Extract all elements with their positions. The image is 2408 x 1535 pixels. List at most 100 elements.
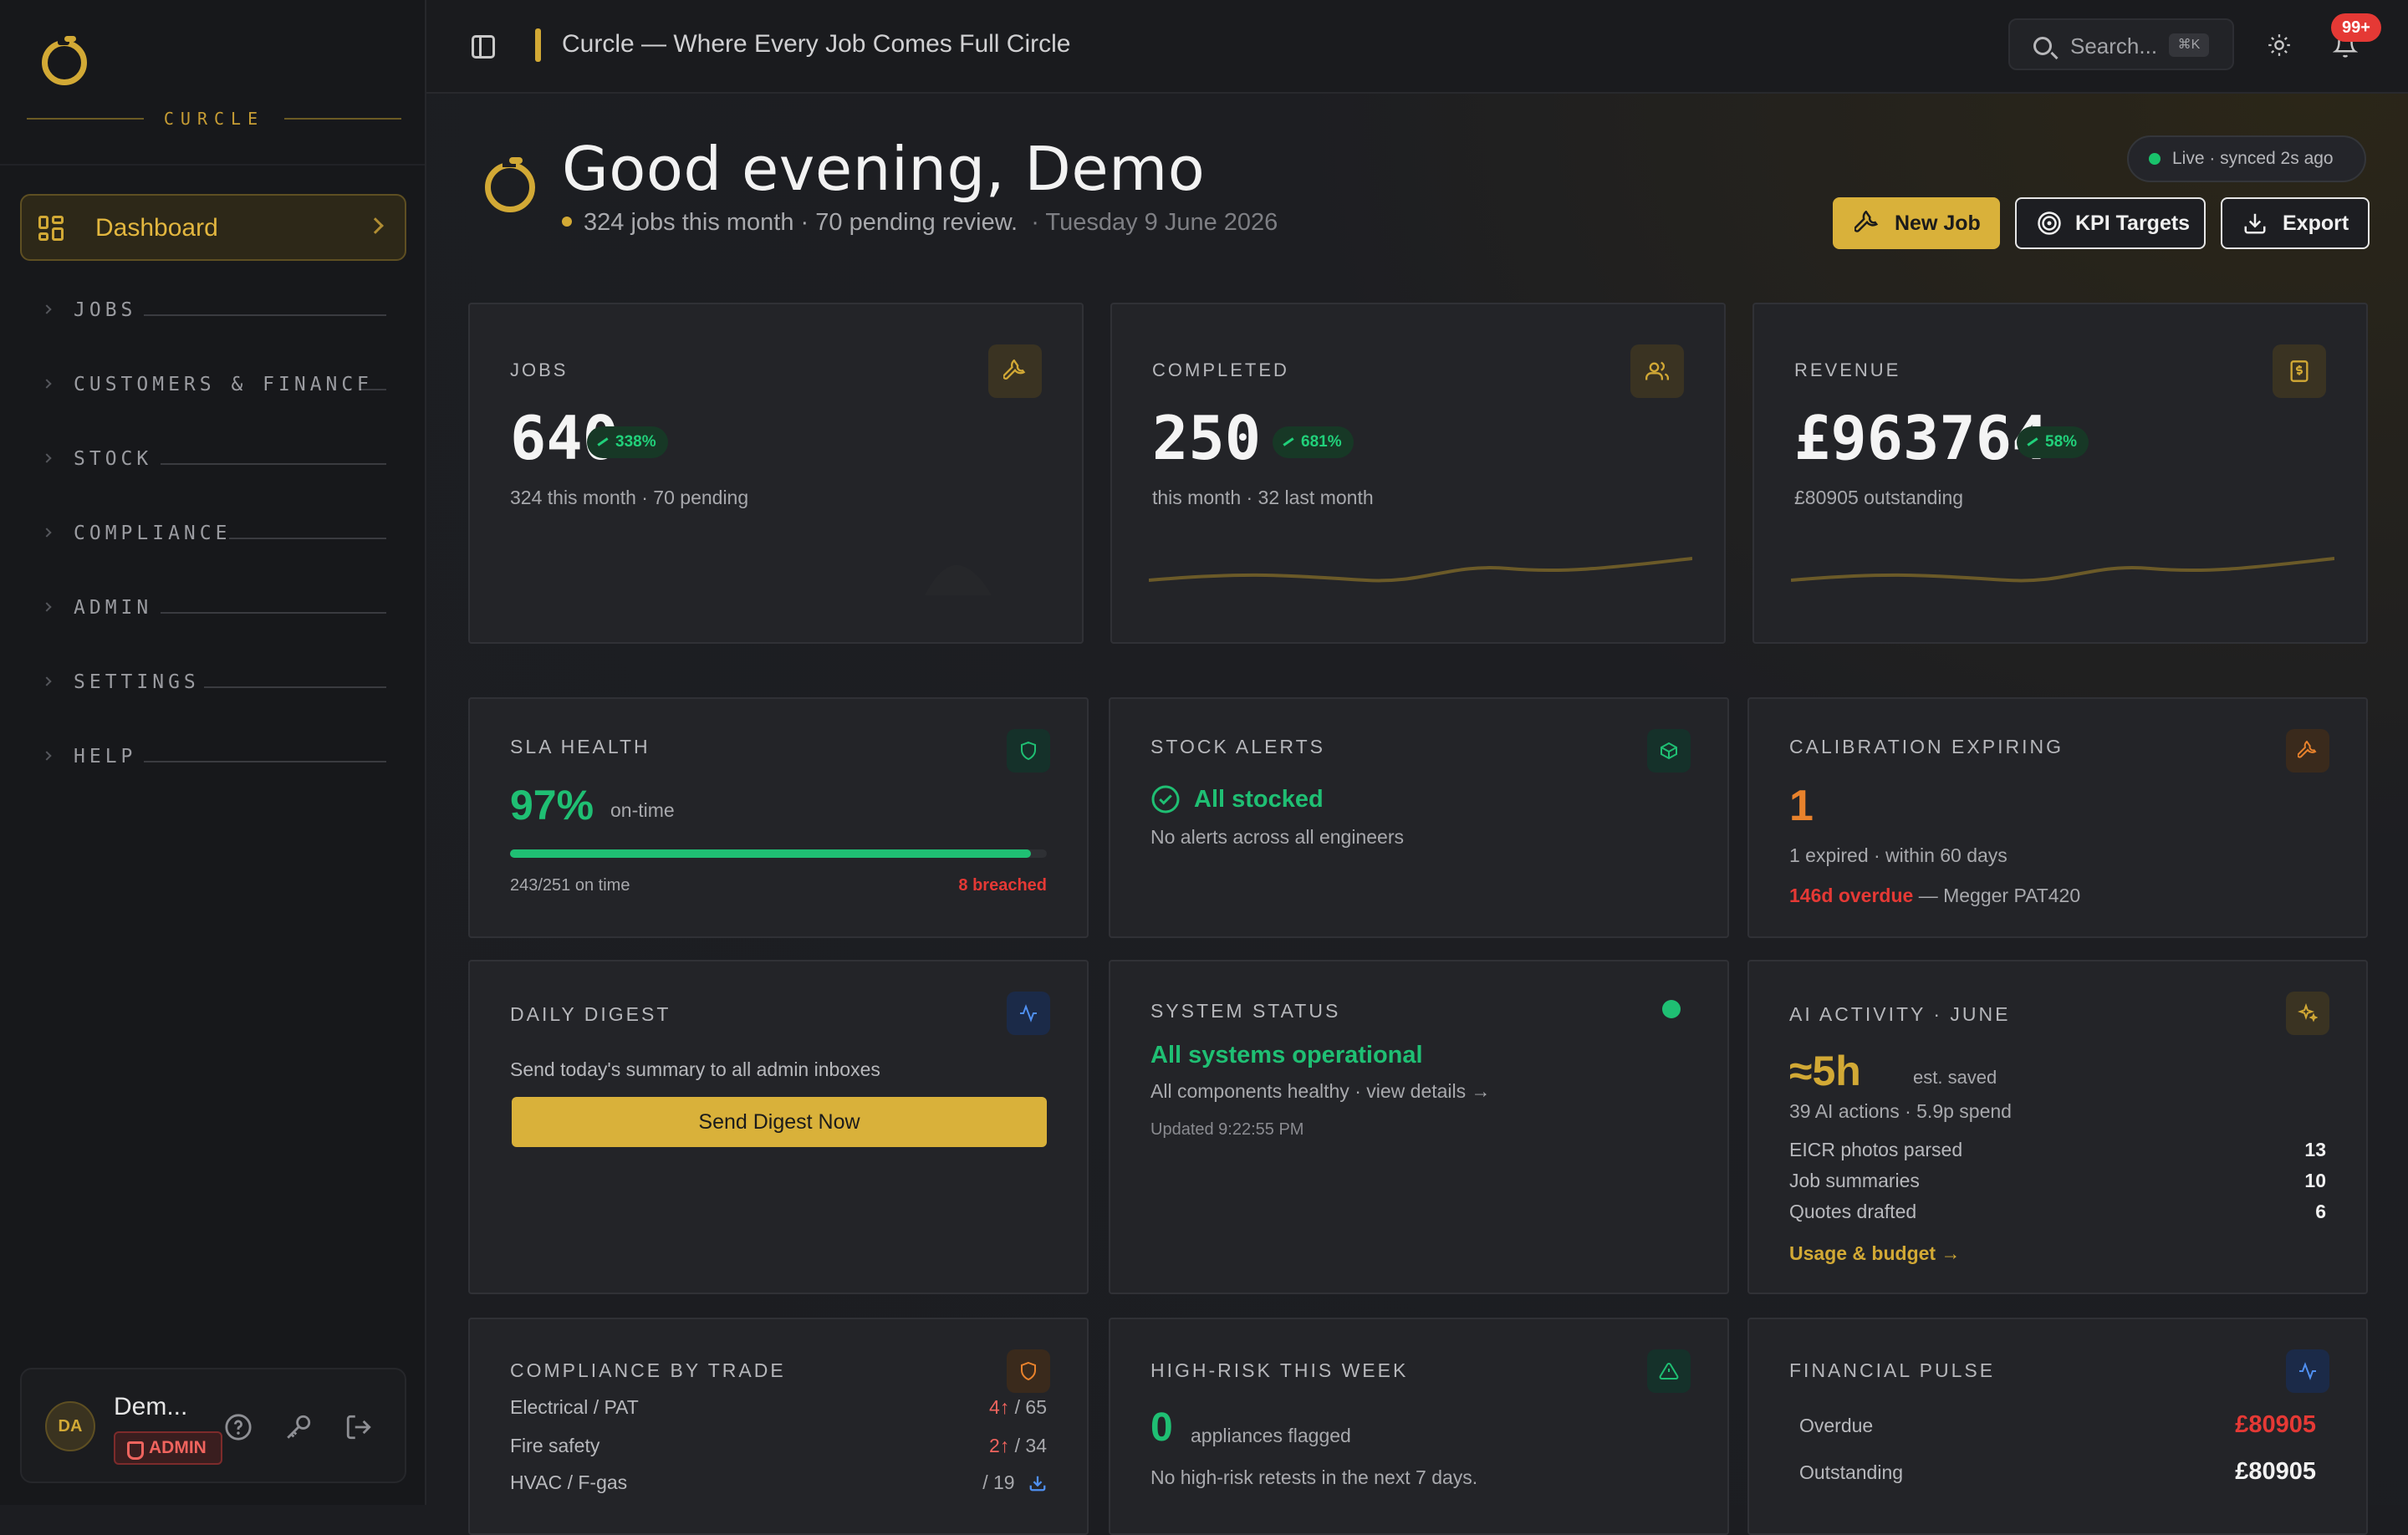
avatar[interactable]: DA [45, 1401, 95, 1451]
sidebar-item-label: HELP [74, 746, 137, 768]
wrench-icon [2286, 729, 2329, 773]
high-risk-card: HIGH-RISK THIS WEEK 0 appliances flagged… [1109, 1318, 1729, 1535]
logout-icon[interactable] [344, 1413, 373, 1441]
ai-row-value: 13 [2304, 1139, 2326, 1160]
chevron-right-icon [42, 602, 52, 612]
help-circle-icon[interactable] [224, 1413, 253, 1441]
card-title: CALIBRATION EXPIRING [1789, 736, 2064, 757]
trade-total: / 65 [1014, 1396, 1047, 1418]
curcle-logo-icon[interactable] [42, 35, 87, 85]
sidebar-item-settings[interactable]: SETTINGS [40, 666, 391, 700]
list-item: Quotes drafted 6 [1789, 1201, 2326, 1226]
trade-name: HVAC / F-gas [510, 1471, 628, 1493]
finance-row-name: Overdue [1799, 1415, 1874, 1436]
card-title: SYSTEM STATUS [1150, 1000, 1341, 1022]
alert-triangle-icon [1647, 1349, 1691, 1393]
nav-divider [204, 686, 386, 688]
sla-health-card[interactable]: SLA HEALTH 97% on-time 243/251 on time 8… [468, 697, 1089, 938]
ai-row-name: EICR photos parsed [1789, 1139, 1963, 1160]
high-risk-suffix: appliances flagged [1191, 1425, 1351, 1446]
usage-budget-link[interactable]: Usage & budget → [1789, 1242, 1960, 1265]
target-icon [2038, 212, 2061, 235]
live-status-badge: Live · synced 2s ago [2127, 135, 2366, 182]
calibration-count: 1 [1789, 782, 1814, 830]
kpi-value: 250 [1152, 403, 1262, 473]
stock-alerts-card[interactable]: STOCK ALERTS All stocked No alerts acros… [1109, 697, 1729, 938]
sidebar-item-help[interactable]: HELP [40, 741, 391, 774]
kpi-card-completed[interactable]: COMPLETED 250 681% this month · 32 last … [1110, 303, 1726, 644]
stock-status: All stocked [1194, 786, 1324, 813]
sidebar-item-jobs[interactable]: JOBS [40, 294, 391, 328]
high-risk-detail: No high-risk retests in the next 7 days. [1150, 1466, 1478, 1488]
list-item[interactable]: HVAC / F-gas / 19 [510, 1471, 1047, 1497]
date-text: · Tuesday 9 June 2026 [1031, 209, 1278, 236]
nav-divider [161, 612, 386, 614]
nav-divider [229, 538, 386, 539]
role-badge: ADMIN [114, 1431, 222, 1465]
download-icon[interactable] [1028, 1474, 1047, 1492]
search-shortcut: ⌘K [2169, 33, 2209, 57]
list-item: Job summaries 10 [1789, 1170, 2326, 1195]
send-digest-button[interactable]: Send Digest Now [512, 1097, 1047, 1147]
nav-divider [144, 314, 386, 316]
main-content: Good evening, Demo 324 jobs this month ·… [426, 94, 2408, 1535]
curcle-logo-icon [485, 156, 535, 212]
search-placeholder: Search... [2070, 33, 2158, 59]
new-job-button[interactable]: New Job [1833, 197, 2000, 249]
system-detail-link[interactable]: All components healthy · view details → [1150, 1080, 1491, 1103]
brand-name: CURCLE [163, 109, 265, 129]
trend-badge: 338% [587, 426, 668, 458]
sidebar-divider [0, 164, 425, 166]
card-title: DAILY DIGEST [510, 1003, 671, 1025]
summary-text: 324 jobs this month · 70 pending review. [584, 209, 1018, 236]
shield-icon [1007, 1349, 1050, 1393]
trend-badge: 58% [2017, 426, 2089, 458]
sidebar-item-dashboard[interactable]: Dashboard [20, 194, 406, 261]
sidebar-item-compliance[interactable]: COMPLIANCE [40, 518, 391, 551]
list-item: Outstanding £80905 [1799, 1458, 2316, 1490]
wrench-icon [988, 344, 1042, 398]
kpi-card-jobs[interactable]: JOBS 640 338% 324 this month · 70 pendin… [468, 303, 1084, 644]
users-icon [1630, 344, 1684, 398]
chevron-right-icon [42, 379, 52, 389]
box-icon [1647, 729, 1691, 773]
calibration-card[interactable]: CALIBRATION EXPIRING 1 1 expired · withi… [1747, 697, 2368, 938]
topbar: Curcle — Where Every Job Comes Full Circ… [426, 0, 2408, 94]
title-accent [535, 28, 541, 62]
summary-line: 324 jobs this month · 70 pending review.… [562, 209, 1278, 237]
sidebar-item-customers-finance[interactable]: CUSTOMERS & FINANCE [40, 369, 391, 402]
activity-icon [1007, 992, 1050, 1035]
overdue-text: 146d overdue [1789, 885, 1914, 906]
sidebar-item-label: SETTINGS [74, 671, 200, 693]
chevron-right-icon [42, 528, 52, 538]
kpi-targets-button[interactable]: KPI Targets [2015, 197, 2206, 249]
activity-icon [2286, 1349, 2329, 1393]
kpi-card-revenue[interactable]: REVENUE £963764 58% £80905 outstanding [1752, 303, 2368, 644]
sidebar-item-stock[interactable]: STOCK [40, 443, 391, 477]
export-label: Export [2283, 212, 2349, 235]
check-circle-icon [1151, 785, 1180, 813]
kpi-subtext: this month · 32 last month [1152, 487, 1374, 508]
ai-summary: 39 AI actions · 5.9p spend [1789, 1100, 2012, 1122]
chevron-right-icon [42, 751, 52, 761]
trade-name: Electrical / PAT [510, 1396, 639, 1418]
trade-name: Fire safety [510, 1435, 600, 1456]
list-item[interactable]: Fire safety 2↑ / 34 [510, 1435, 1047, 1460]
export-button[interactable]: Export [2221, 197, 2370, 249]
sla-percent: 97% [510, 782, 594, 829]
ai-row-name: Job summaries [1789, 1170, 1920, 1191]
high-risk-count: 0 [1150, 1405, 1173, 1450]
system-status-card[interactable]: SYSTEM STATUS All systems operational Al… [1109, 960, 1729, 1294]
sidebar-toggle-icon[interactable] [472, 35, 495, 59]
theme-toggle-icon[interactable] [2268, 33, 2291, 57]
list-item[interactable]: Electrical / PAT 4↑ / 65 [510, 1396, 1047, 1421]
stock-detail: No alerts across all engineers [1150, 826, 1404, 848]
sidebar-item-admin[interactable]: ADMIN [40, 592, 391, 625]
nav-divider [361, 389, 386, 390]
search-input[interactable]: Search... ⌘K [2008, 18, 2234, 70]
key-icon[interactable] [284, 1413, 313, 1441]
sla-progress-track [510, 849, 1047, 858]
greeting: Good evening, Demo [562, 134, 1206, 204]
notification-badge: 99+ [2331, 13, 2381, 42]
compliance-by-trade-card: COMPLIANCE BY TRADE Electrical / PAT 4↑ /… [468, 1318, 1089, 1535]
